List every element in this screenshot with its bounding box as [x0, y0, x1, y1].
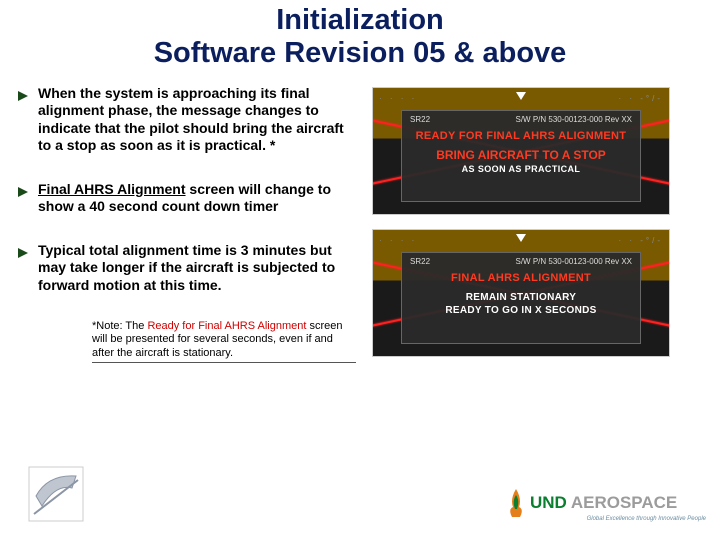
note-prefix: *Note: The: [92, 320, 147, 332]
slide-title: Initialization Software Revision 05 & ab…: [0, 0, 720, 85]
hdr-right: S/W P/N 530-00123-000 Rev XX: [515, 115, 632, 124]
company-logo-icon: [28, 466, 84, 522]
msg-line1: FINAL AHRS ALIGNMENT: [410, 272, 632, 284]
bullet-text: Typical total alignment time is 3 minute…: [38, 242, 358, 295]
bullet-arrow-icon: [18, 187, 28, 197]
message-box: SR22 S/W P/N 530-00123-000 Rev XX READY …: [401, 110, 641, 202]
bullet-arrow-icon: [18, 91, 28, 101]
msg-line3: AS SOON AS PRACTICAL: [410, 164, 632, 174]
title-line1: Initialization: [276, 4, 444, 36]
logo-tagline: Global Excellence through Innovative Peo…: [587, 516, 706, 522]
logo-und: UND: [530, 493, 567, 513]
flame-icon: [506, 489, 526, 517]
msg-line2: REMAIN STATIONARY: [410, 292, 632, 303]
und-aerospace-logo: UNDAEROSPACE Global Excellence through I…: [506, 486, 706, 520]
msg-line3: READY TO GO IN X SECONDS: [410, 305, 632, 316]
footnote: *Note: The Ready for Final AHRS Alignmen…: [92, 320, 356, 363]
title-line2: Software Revision 05 & above: [154, 37, 567, 69]
avionics-screen-final: · · · ·· · -°/- SR22 S/W P/N 530-00123-0…: [372, 229, 670, 357]
message-box: SR22 S/W P/N 530-00123-000 Rev XX FINAL …: [401, 252, 641, 344]
msg-line2: BRING AIRCRAFT TO A STOP: [410, 148, 632, 162]
msg-line1: READY FOR FINAL AHRS ALIGNMENT: [410, 130, 632, 142]
bullet-list: When the system is approaching its final…: [18, 85, 358, 363]
bullet-text: When the system is approaching its final…: [38, 85, 358, 155]
bullet-arrow-icon: [18, 248, 28, 258]
hdr-right: S/W P/N 530-00123-000 Rev XX: [515, 257, 632, 266]
bullet-item: Typical total alignment time is 3 minute…: [18, 242, 358, 295]
screenshot-column: · · · ·· · -°/- SR22 S/W P/N 530-00123-0…: [372, 85, 670, 363]
hdr-left: SR22: [410, 115, 430, 124]
bullet-item: Final AHRS Alignment screen will change …: [18, 181, 358, 216]
hdr-left: SR22: [410, 257, 430, 266]
bullet-text: Final AHRS Alignment screen will change …: [38, 181, 358, 216]
content-row: When the system is approaching its final…: [0, 85, 720, 363]
bullet-item: When the system is approaching its final…: [18, 85, 358, 155]
logo-aero: AEROSPACE: [571, 493, 677, 513]
avionics-screen-ready: · · · ·· · -°/- SR22 S/W P/N 530-00123-0…: [372, 87, 670, 215]
note-red: Ready for Final AHRS Alignment: [147, 320, 306, 332]
